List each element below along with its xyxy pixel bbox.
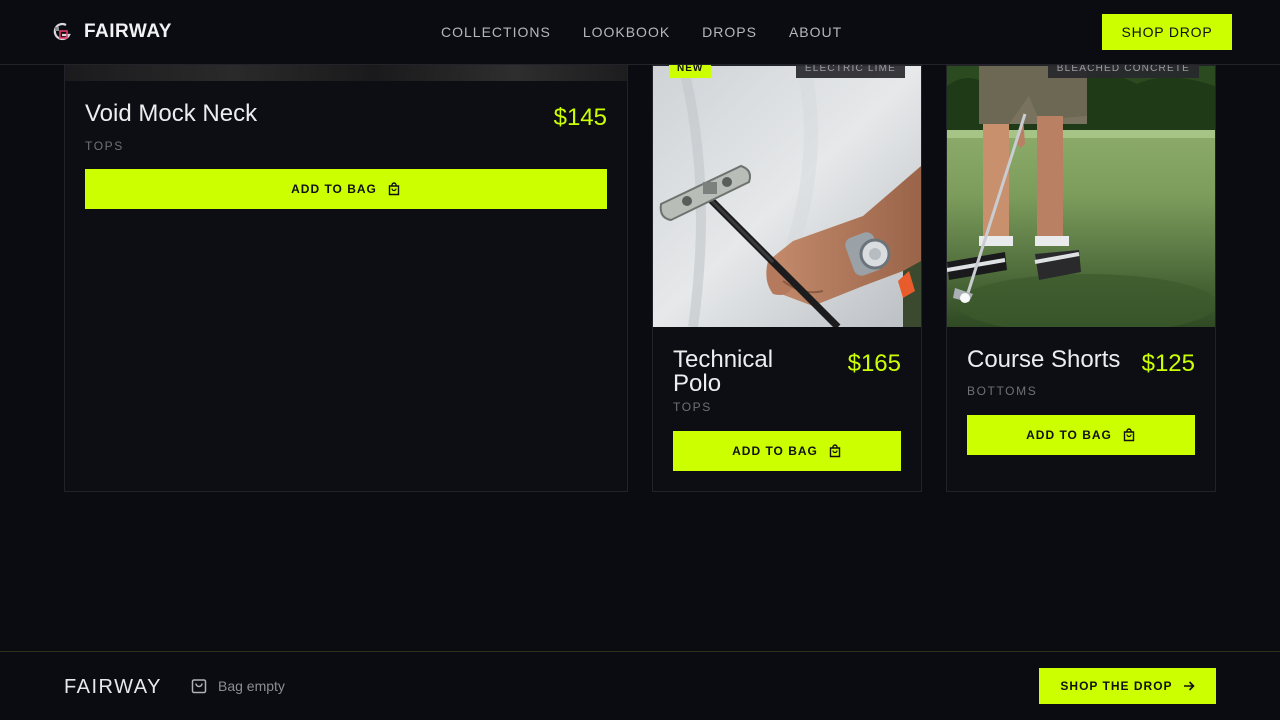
product-category: TOPS xyxy=(85,139,124,153)
product-card-course-shorts: BLEACHED CONCRETE Course Shorts $125 BOT… xyxy=(946,58,1216,492)
arrow-right-icon xyxy=(1183,681,1195,691)
product-card-technical-polo: NEW ELECTRIC LIME Technical Polo $165 TO… xyxy=(652,58,922,492)
shopping-bag-icon xyxy=(1123,428,1135,442)
nav-link-drops[interactable]: DROPS xyxy=(702,24,757,40)
add-to-bag-label: ADD TO BAG xyxy=(732,444,818,458)
product-photo[interactable] xyxy=(947,66,1215,327)
product-card-void-mock-neck: Void Mock Neck $145 TOPS ADD TO BAG xyxy=(64,40,628,492)
top-nav-bar: FAIRWAY COLLECTIONS LOOKBOOK DROPS ABOUT… xyxy=(0,0,1280,65)
product-price: $125 xyxy=(1141,350,1195,377)
shopping-bag-icon xyxy=(829,444,841,458)
product-title[interactable]: Void Mock Neck xyxy=(85,102,505,126)
sticky-footer-bar: FAIRWAY Bag empty SHOP THE DROP xyxy=(0,651,1280,720)
add-to-bag-button[interactable]: ADD TO BAG xyxy=(967,415,1195,455)
product-price: $165 xyxy=(847,350,901,377)
brand-name: FAIRWAY xyxy=(84,21,172,42)
product-title[interactable]: Course Shorts xyxy=(967,348,1137,372)
product-title[interactable]: Technical Polo xyxy=(673,348,813,396)
add-to-bag-label: ADD TO BAG xyxy=(1026,428,1112,442)
polo-photo-illustration xyxy=(653,66,921,327)
product-photo[interactable] xyxy=(653,66,921,327)
add-to-bag-button[interactable]: ADD TO BAG xyxy=(85,169,607,209)
nav-link-lookbook[interactable]: LOOKBOOK xyxy=(583,24,670,40)
shorts-photo-illustration xyxy=(947,66,1215,327)
shop-the-drop-button[interactable]: SHOP THE DROP xyxy=(1039,668,1216,704)
bag-status-text: Bag empty xyxy=(218,678,285,694)
shopping-bag-icon xyxy=(191,679,207,694)
brand-logo-icon xyxy=(53,22,71,41)
product-category: TOPS xyxy=(673,400,712,414)
product-price: $145 xyxy=(553,104,607,131)
nav-link-about[interactable]: ABOUT xyxy=(789,24,842,40)
bag-status[interactable]: Bag empty xyxy=(190,677,285,695)
nav-link-collections[interactable]: COLLECTIONS xyxy=(441,24,551,40)
brand-logo[interactable]: FAIRWAY xyxy=(52,20,172,44)
shopping-bag-icon xyxy=(388,182,400,196)
footer-brand-name[interactable]: FAIRWAY xyxy=(64,676,162,699)
main-nav: COLLECTIONS LOOKBOOK DROPS ABOUT xyxy=(441,24,842,40)
add-to-bag-button[interactable]: ADD TO BAG xyxy=(673,431,901,471)
shop-the-drop-label: SHOP THE DROP xyxy=(1060,679,1173,693)
product-category: BOTTOMS xyxy=(967,384,1038,398)
add-to-bag-label: ADD TO BAG xyxy=(291,182,377,196)
shop-drop-button[interactable]: SHOP DROP xyxy=(1102,14,1232,50)
